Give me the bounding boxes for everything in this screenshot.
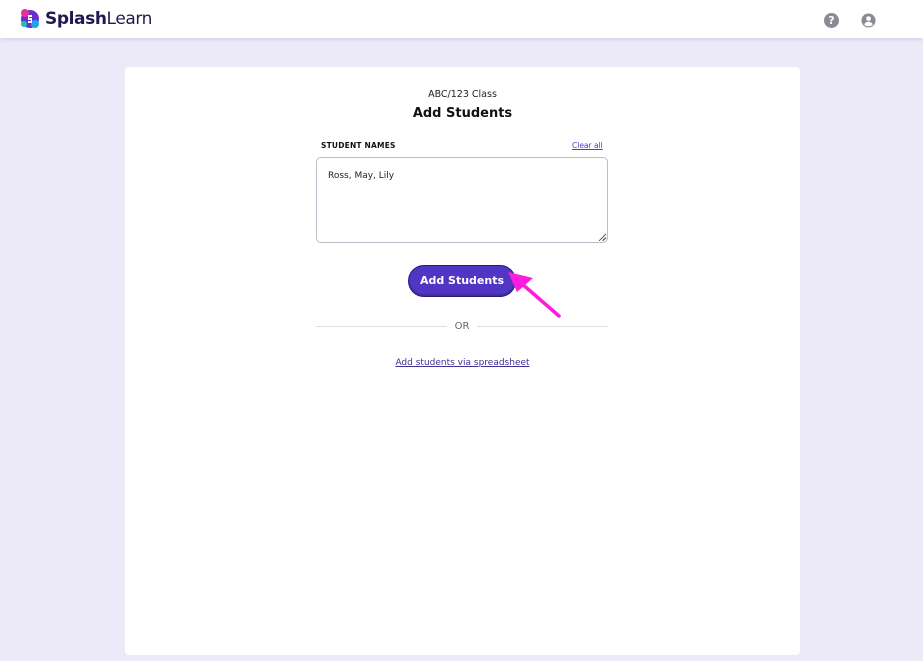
logo-text-regular: Learn — [106, 9, 153, 29]
divider-right — [477, 326, 608, 327]
logo-text-bold: Splash — [45, 9, 107, 29]
help-icon[interactable]: ? — [824, 13, 839, 28]
student-names-label: STUDENT NAMES — [321, 141, 396, 150]
add-via-spreadsheet-link[interactable]: Add students via spreadsheet — [125, 358, 800, 368]
class-name: ABC/123 Class — [428, 89, 497, 100]
splashlearn-logo-icon — [21, 9, 39, 28]
splashlearn-logo[interactable]: SplashLearn — [18, 6, 152, 32]
page-title: Add Students — [412, 106, 513, 121]
logo-wordmark: SplashLearn — [45, 9, 152, 29]
user-account-icon[interactable] — [861, 13, 876, 28]
student-names-input[interactable] — [316, 157, 608, 243]
top-navigation-bar: SplashLearn ? — [0, 0, 923, 38]
or-divider-text: OR — [454, 321, 470, 332]
add-students-button[interactable]: Add Students — [408, 265, 516, 297]
clear-all-link[interactable]: Clear all — [572, 141, 603, 150]
add-students-card: ABC/123 Class Add Students STUDENT NAMES… — [125, 67, 800, 655]
resize-grip-icon[interactable] — [599, 234, 606, 241]
divider-left — [316, 326, 447, 327]
